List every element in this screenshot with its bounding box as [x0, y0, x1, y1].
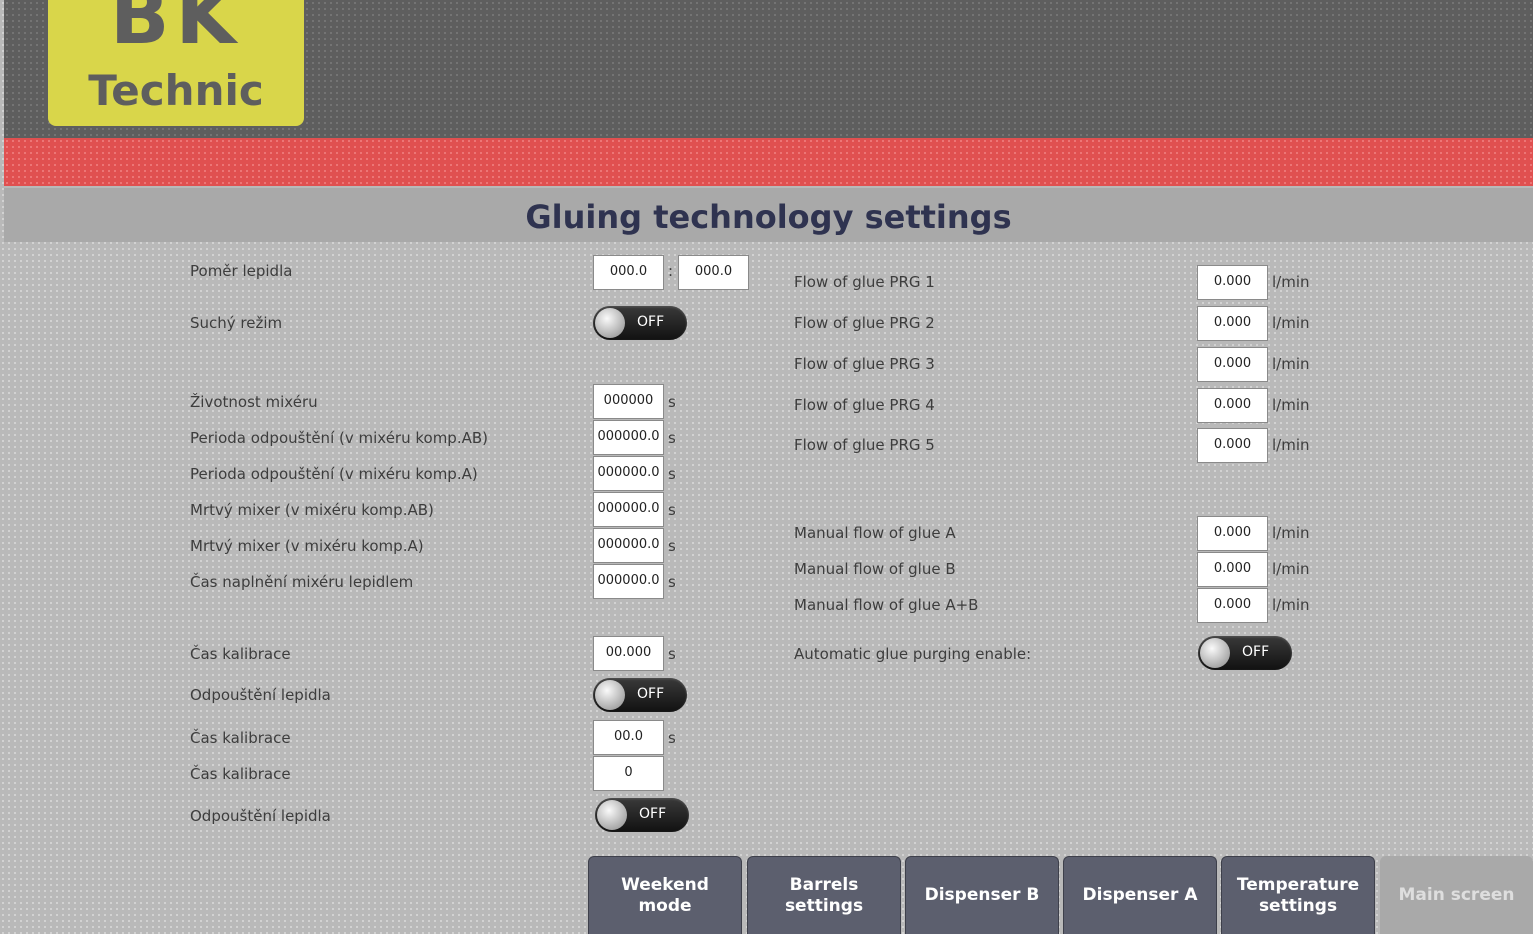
glue-bleed-1-toggle[interactable]: OFF — [593, 678, 687, 712]
toggle-knob — [595, 308, 625, 338]
mixer-life-field[interactable]: 000000 — [593, 384, 664, 419]
calib-time-2-label: Čas kalibrace — [190, 729, 291, 747]
auto-purge-label: Automatic glue purging enable: — [794, 645, 1032, 663]
flow-prg5-field[interactable]: 0.000 — [1197, 428, 1268, 463]
flow-prg5-unit: l/min — [1272, 436, 1310, 454]
flow-prg3-unit: l/min — [1272, 355, 1310, 373]
fill-time-label: Čas naplnění mixéru lepidlem — [190, 573, 414, 591]
manual-flow-b-label: Manual flow of glue B — [794, 560, 956, 578]
manual-flow-a-field[interactable]: 0.000 — [1197, 516, 1268, 551]
alarm-band — [4, 138, 1533, 186]
flow-prg2-label: Flow of glue PRG 2 — [794, 314, 935, 332]
temperature-settings-button[interactable]: Temperature settings — [1221, 856, 1375, 934]
flow-prg1-label: Flow of glue PRG 1 — [794, 273, 935, 291]
main-screen-button[interactable]: Main screen — [1380, 856, 1533, 934]
mixer-life-label: Životnost mixéru — [190, 393, 318, 411]
dead-mixer-a-label: Mrtvý mixer (v mixéru komp.A) — [190, 537, 424, 555]
toggle-knob — [1200, 638, 1230, 668]
manual-flow-ab-field[interactable]: 0.000 — [1197, 588, 1268, 623]
flow-prg2-unit: l/min — [1272, 314, 1310, 332]
fill-time-unit: s — [668, 573, 676, 591]
toggle-state: OFF — [639, 806, 667, 822]
calib-time-1-label: Čas kalibrace — [190, 645, 291, 663]
bleed-period-ab-label: Perioda odpouštění (v mixéru komp.AB) — [190, 429, 489, 447]
calib-time-1-field[interactable]: 00.000 — [593, 636, 664, 671]
ratio-label: Poměr lepidla — [190, 262, 293, 280]
dead-mixer-a-field[interactable]: 000000.0 — [593, 528, 664, 563]
flow-prg3-field[interactable]: 0.000 — [1197, 347, 1268, 382]
calib-time-2-unit: s — [668, 729, 676, 747]
mixer-life-unit: s — [668, 393, 676, 411]
weekend-mode-button[interactable]: Weekend mode — [588, 856, 742, 934]
glue-bleed-2-toggle[interactable]: OFF — [595, 798, 689, 832]
flow-prg2-field[interactable]: 0.000 — [1197, 306, 1268, 341]
dispenser-b-button[interactable]: Dispenser B — [905, 856, 1059, 934]
flow-prg4-field[interactable]: 0.000 — [1197, 388, 1268, 423]
dead-mixer-ab-field[interactable]: 000000.0 — [593, 492, 664, 527]
dead-mixer-a-unit: s — [668, 537, 676, 555]
manual-flow-ab-unit: l/min — [1272, 596, 1310, 614]
fill-time-field[interactable]: 000000.0 — [593, 564, 664, 599]
logo: BK Technic — [48, 0, 304, 126]
auto-purge-toggle[interactable]: OFF — [1198, 636, 1292, 670]
flow-prg4-unit: l/min — [1272, 396, 1310, 414]
dispenser-a-button[interactable]: Dispenser A — [1063, 856, 1217, 934]
logo-bk-text: BK — [110, 0, 242, 62]
toggle-state: OFF — [637, 314, 665, 330]
glue-bleed-2-label: Odpouštění lepidla — [190, 807, 331, 825]
manual-flow-a-unit: l/min — [1272, 524, 1310, 542]
manual-flow-ab-label: Manual flow of glue A+B — [794, 596, 979, 614]
flow-prg1-unit: l/min — [1272, 273, 1310, 291]
manual-flow-a-label: Manual flow of glue A — [794, 524, 956, 542]
calib-time-2-field[interactable]: 00.0 — [593, 720, 664, 755]
calib-time-3-field[interactable]: 0 — [593, 756, 664, 791]
flow-prg3-label: Flow of glue PRG 3 — [794, 355, 935, 373]
manual-flow-b-unit: l/min — [1272, 560, 1310, 578]
calib-time-1-unit: s — [668, 645, 676, 663]
header: BK Technic — [4, 0, 1533, 138]
ratio-a-field[interactable]: 000.0 — [593, 255, 664, 290]
title-bar: Gluing technology settings — [4, 188, 1533, 242]
barrels-settings-button[interactable]: Barrels settings — [747, 856, 901, 934]
ratio-b-field[interactable]: 000.0 — [678, 255, 749, 290]
bleed-period-ab-unit: s — [668, 429, 676, 447]
toggle-knob — [597, 800, 627, 830]
bleed-period-ab-field[interactable]: 000000.0 — [593, 420, 664, 455]
toggle-knob — [595, 680, 625, 710]
manual-flow-b-field[interactable]: 0.000 — [1197, 552, 1268, 587]
bleed-period-a-field[interactable]: 000000.0 — [593, 456, 664, 491]
bleed-period-a-unit: s — [668, 465, 676, 483]
dry-mode-toggle[interactable]: OFF — [593, 306, 687, 340]
toggle-state: OFF — [637, 686, 665, 702]
flow-prg4-label: Flow of glue PRG 4 — [794, 396, 935, 414]
toggle-state: OFF — [1242, 644, 1270, 660]
flow-prg5-label: Flow of glue PRG 5 — [794, 436, 935, 454]
logo-technic-text: Technic — [88, 66, 264, 115]
dry-mode-label: Suchý režim — [190, 314, 283, 332]
dead-mixer-ab-unit: s — [668, 501, 676, 519]
page-title: Gluing technology settings — [525, 198, 1012, 236]
dead-mixer-ab-label: Mrtvý mixer (v mixéru komp.AB) — [190, 501, 434, 519]
flow-prg1-field[interactable]: 0.000 — [1197, 265, 1268, 300]
glue-bleed-1-label: Odpouštění lepidla — [190, 686, 331, 704]
bleed-period-a-label: Perioda odpouštění (v mixéru komp.A) — [190, 465, 478, 483]
calib-time-3-label: Čas kalibrace — [190, 765, 291, 783]
ratio-separator: : — [668, 262, 674, 280]
